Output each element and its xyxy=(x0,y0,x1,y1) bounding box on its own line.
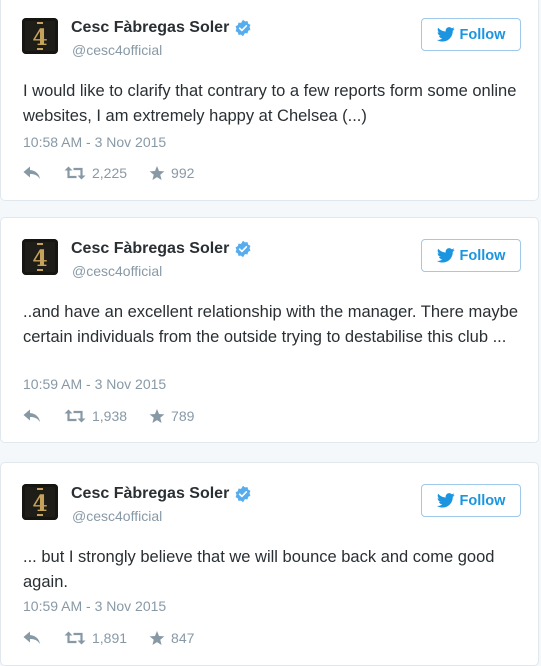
like-button[interactable]: 992 xyxy=(149,165,194,181)
follow-label: Follow xyxy=(459,26,506,43)
tweet-card: 4 Cesc Fàbregas Soler @cesc4official Fol… xyxy=(0,0,539,201)
like-count: 789 xyxy=(171,408,195,424)
author-handle[interactable]: @cesc4official xyxy=(72,263,162,279)
follow-label: Follow xyxy=(459,492,506,509)
tweet-card: 4 Cesc Fàbregas Soler @cesc4official Fol… xyxy=(0,462,539,666)
svg-text:4: 4 xyxy=(32,25,47,51)
retweet-count: 1,891 xyxy=(92,630,128,646)
avatar-image: 4 xyxy=(22,239,58,275)
avatar[interactable]: 4 xyxy=(22,239,58,275)
avatar[interactable]: 4 xyxy=(22,484,58,520)
tweet-text: ... but I strongly believe that we will … xyxy=(23,548,495,591)
tweet-actions: 2,225 992 xyxy=(23,165,194,181)
svg-text:4: 4 xyxy=(32,246,47,272)
author-handle[interactable]: @cesc4official xyxy=(72,42,162,58)
follow-label: Follow xyxy=(459,247,506,264)
like-count: 992 xyxy=(171,165,195,181)
star-icon xyxy=(149,630,165,645)
avatar-image: 4 xyxy=(22,484,58,520)
author-row: Cesc Fàbregas Soler xyxy=(71,19,252,37)
retweet-count: 2,225 xyxy=(92,165,128,181)
twitter-bird-icon xyxy=(436,248,455,263)
reply-button[interactable] xyxy=(23,166,43,180)
author-name[interactable]: Cesc Fàbregas Soler xyxy=(71,485,229,503)
like-count: 847 xyxy=(171,630,195,646)
tweet-text: I would like to clarify that contrary to… xyxy=(23,82,517,125)
star-icon xyxy=(149,408,165,423)
tweet-timestamp[interactable]: 10:58 AM - 3 Nov 2015 xyxy=(23,134,166,150)
twitter-bird-icon xyxy=(436,27,455,42)
tweet-timestamp[interactable]: 10:59 AM - 3 Nov 2015 xyxy=(23,376,166,392)
retweet-icon xyxy=(64,166,86,180)
retweet-count: 1,938 xyxy=(92,408,128,424)
retweet-button[interactable]: 1,938 xyxy=(64,408,127,424)
tweet-timestamp[interactable]: 10:59 AM - 3 Nov 2015 xyxy=(23,598,166,614)
retweet-button[interactable]: 1,891 xyxy=(64,630,127,646)
avatar[interactable]: 4 xyxy=(22,18,58,54)
svg-text:4: 4 xyxy=(32,491,47,517)
follow-button[interactable]: Follow xyxy=(421,239,521,272)
tweet-card: 4 Cesc Fàbregas Soler @cesc4official Fol… xyxy=(0,217,539,443)
follow-button[interactable]: Follow xyxy=(421,484,521,517)
like-button[interactable]: 789 xyxy=(149,408,194,424)
author-row: Cesc Fàbregas Soler xyxy=(71,485,252,503)
retweet-icon xyxy=(64,409,86,423)
star-icon xyxy=(149,165,165,180)
author-handle[interactable]: @cesc4official xyxy=(72,508,162,524)
avatar-image: 4 xyxy=(22,18,58,54)
tweet-feed: 4 Cesc Fàbregas Soler @cesc4official Fol… xyxy=(0,0,541,666)
follow-button[interactable]: Follow xyxy=(421,18,521,51)
tweet-text: ..and have an excellent relationship wit… xyxy=(23,303,518,346)
tweet-actions: 1,891 847 xyxy=(23,630,194,646)
verified-badge-icon xyxy=(235,485,251,503)
author-name[interactable]: Cesc Fàbregas Soler xyxy=(71,19,229,37)
author-name[interactable]: Cesc Fàbregas Soler xyxy=(71,240,229,258)
retweet-icon xyxy=(64,631,86,645)
verified-badge-icon xyxy=(235,240,251,258)
reply-icon xyxy=(23,631,40,644)
reply-icon xyxy=(23,409,40,422)
verified-badge-icon xyxy=(235,19,251,37)
reply-button[interactable] xyxy=(23,631,43,645)
retweet-button[interactable]: 2,225 xyxy=(64,165,127,181)
author-row: Cesc Fàbregas Soler xyxy=(71,240,252,258)
reply-icon xyxy=(23,166,40,179)
reply-button[interactable] xyxy=(23,409,43,423)
twitter-bird-icon xyxy=(436,493,455,508)
like-button[interactable]: 847 xyxy=(149,630,194,646)
tweet-actions: 1,938 789 xyxy=(23,408,194,424)
